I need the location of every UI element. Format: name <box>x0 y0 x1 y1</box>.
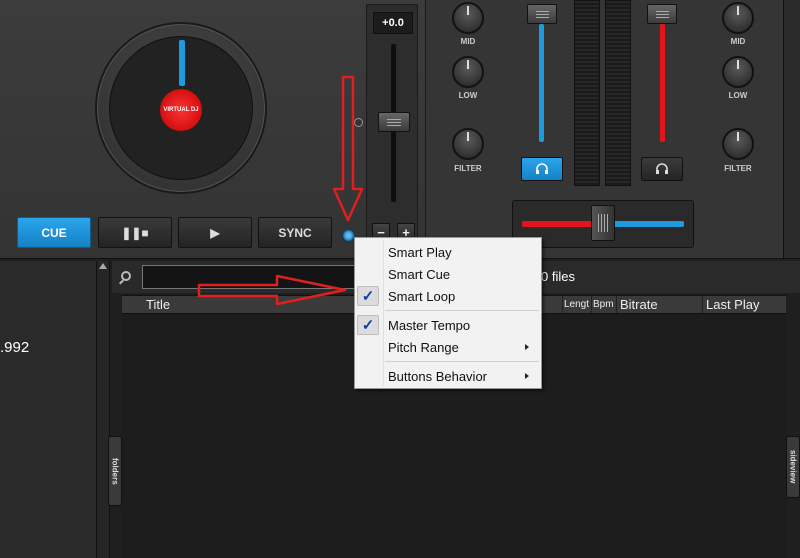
menu-item-master-tempo[interactable]: ✓ Master Tempo <box>355 314 541 336</box>
search-icon <box>121 271 131 281</box>
submenu-arrow-icon <box>525 344 529 350</box>
right-filter-label: FILTER <box>724 164 752 173</box>
left-mid-knob[interactable] <box>452 2 484 34</box>
left-headphone-button[interactable] <box>521 157 563 181</box>
virtualdj-window: VIRTUAL DJ CUE ❚❚■ ▶ SYNC +0.0 − + MID L… <box>0 0 800 558</box>
right-low-knob[interactable] <box>722 56 754 88</box>
folders-tab[interactable]: folders <box>108 436 122 506</box>
menu-item-label: Smart Loop <box>388 289 456 304</box>
folder-panel <box>0 261 96 558</box>
menu-item-label: Smart Cue <box>388 267 451 282</box>
column-bpm[interactable]: Bpm <box>593 299 614 310</box>
right-volume-track[interactable] <box>660 24 665 142</box>
column-last-play[interactable]: Last Play <box>706 297 759 312</box>
deck-options-menu: Smart Play Smart Cue ✓ Smart Loop ✓ Mast… <box>354 237 542 389</box>
menu-separator <box>385 361 539 362</box>
checkmark-icon: ✓ <box>357 286 379 306</box>
folder-scrollbar[interactable] <box>96 261 110 558</box>
headphones-icon <box>536 163 548 174</box>
right-mid-label: MID <box>730 37 746 46</box>
column-bitrate[interactable]: Bitrate <box>620 297 658 312</box>
column-separator <box>591 296 592 313</box>
play-button[interactable]: ▶ <box>178 217 252 248</box>
folder-panel-value: .992 <box>0 339 30 356</box>
left-filter-label: FILTER <box>454 164 482 173</box>
crossfader-right-track[interactable] <box>610 221 684 227</box>
menu-item-pitch-range[interactable]: Pitch Range <box>355 336 541 358</box>
crossfader-left-track[interactable] <box>522 221 600 227</box>
column-separator <box>702 296 703 313</box>
menu-item-smart-play[interactable]: Smart Play <box>355 241 541 263</box>
menu-item-buttons-behavior[interactable]: Buttons Behavior <box>355 365 541 387</box>
right-filter-knob[interactable] <box>722 128 754 160</box>
right-volume-handle[interactable] <box>647 4 677 24</box>
menu-item-smart-cue[interactable]: Smart Cue <box>355 263 541 285</box>
right-deck-edge <box>783 0 800 258</box>
right-headphone-button[interactable] <box>641 157 683 181</box>
left-low-knob[interactable] <box>452 56 484 88</box>
checkmark-icon: ✓ <box>357 315 379 335</box>
menu-separator <box>385 310 539 311</box>
cue-button[interactable]: CUE <box>17 217 91 248</box>
menu-item-label: Pitch Range <box>388 340 459 355</box>
left-volume-handle[interactable] <box>527 4 557 24</box>
menu-item-label: Smart Play <box>388 245 452 260</box>
search-input[interactable] <box>142 265 357 289</box>
column-separator <box>616 296 617 313</box>
virtualdj-logo: VIRTUAL DJ <box>160 89 202 131</box>
pitch-center-indicator <box>354 118 363 127</box>
left-filter-knob[interactable] <box>452 128 484 160</box>
scroll-up-arrow-icon[interactable] <box>99 263 107 269</box>
left-mid-label: MID <box>460 37 476 46</box>
pitch-slider-handle[interactable] <box>378 112 410 132</box>
right-mid-knob[interactable] <box>722 2 754 34</box>
menu-item-label: Master Tempo <box>388 318 471 333</box>
left-low-label: LOW <box>458 91 478 100</box>
sideview-tab[interactable]: sideview <box>786 436 800 498</box>
pause-stop-button[interactable]: ❚❚■ <box>98 217 172 248</box>
column-separator <box>562 296 563 313</box>
crossfader-handle[interactable] <box>591 205 615 241</box>
column-length[interactable]: Lengt <box>564 299 589 310</box>
column-title[interactable]: Title <box>146 297 170 312</box>
left-volume-track[interactable] <box>539 24 544 142</box>
left-vu-meter <box>574 0 600 186</box>
menu-item-smart-loop[interactable]: ✓ Smart Loop <box>355 285 541 307</box>
file-count: 0 files <box>541 269 575 284</box>
right-vu-meter <box>605 0 631 186</box>
right-low-label: LOW <box>728 91 748 100</box>
jog-position-marker <box>179 40 185 86</box>
pitch-value-display: +0.0 <box>373 12 413 34</box>
headphones-icon <box>656 163 668 174</box>
menu-item-label: Buttons Behavior <box>388 369 488 384</box>
submenu-arrow-icon <box>525 373 529 379</box>
sync-button[interactable]: SYNC <box>258 217 332 248</box>
